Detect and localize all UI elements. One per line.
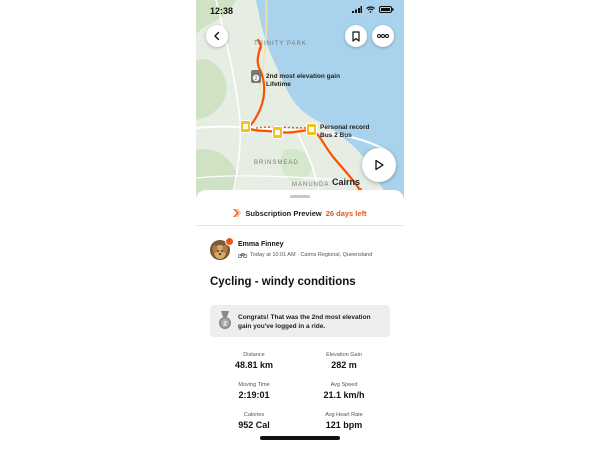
signal-icon xyxy=(352,6,362,13)
medal-number: 2 xyxy=(223,321,227,328)
divider xyxy=(196,225,404,226)
map-label-manunda: MANUNDA xyxy=(292,182,330,188)
chevron-left-icon xyxy=(214,31,220,41)
segment-marker-icon[interactable] xyxy=(306,123,317,136)
stat-avg-heart-rate: Avg Heart Rate 121 bpm xyxy=(304,412,384,430)
subscription-days-left: 26 days left xyxy=(325,208,367,218)
stat-distance: Distance 48.81 km xyxy=(214,352,294,370)
achievement-text: Congrats! That was the 2nd most elevatio… xyxy=(238,314,371,330)
subscriber-badge xyxy=(225,237,234,246)
pr-annotation-line2: Bus 2 Bus xyxy=(320,131,352,139)
more-dots-icon xyxy=(377,34,389,38)
subscription-banner[interactable]: Subscription Preview 26 days left xyxy=(196,205,404,221)
route-map[interactable]: 12:38 TRINITY PARK BRINSMEAD MANUNDA Cai… xyxy=(196,0,404,198)
strava-chevron-icon xyxy=(233,209,242,217)
pr-annotation-line1: Personal record xyxy=(320,124,370,131)
map-label-brinsmead: BRINSMEAD xyxy=(254,160,299,166)
wifi-icon xyxy=(366,6,375,13)
more-button[interactable] xyxy=(372,25,394,47)
back-button[interactable] xyxy=(206,25,228,47)
elevation-annotation-line2: Lifetime xyxy=(266,80,291,88)
activity-meta-text: Today at 10:01 AM · Cairns Regional, Que… xyxy=(250,252,373,258)
stat-label: Avg Speed xyxy=(330,382,358,388)
stat-label: Moving Time xyxy=(238,382,270,388)
stat-label: Distance xyxy=(243,352,265,358)
status-time: 12:38 xyxy=(210,6,234,16)
activity-meta: Today at 10:01 AM · Cairns Regional, Que… xyxy=(238,252,372,258)
map-label-trinity-park: TRINITY PARK xyxy=(254,41,307,47)
stat-value: 2:19:01 xyxy=(238,390,270,400)
elevation-annotation: 2nd most elevation gain Lifetime xyxy=(266,73,340,88)
medal-icon: 2 xyxy=(219,311,231,329)
athlete-name[interactable]: Emma Finney xyxy=(238,241,284,248)
activity-sheet: Subscription Preview 26 days left Emma F… xyxy=(196,190,404,450)
svg-text:2: 2 xyxy=(255,76,258,82)
play-icon xyxy=(375,159,384,171)
drag-handle[interactable] xyxy=(290,195,310,198)
play-flyover-button[interactable] xyxy=(362,148,396,182)
stat-value: 48.81 km xyxy=(234,360,274,370)
elevation-medal-icon[interactable]: 2 xyxy=(250,70,262,84)
stat-elevation: Elevation Gain 282 m xyxy=(304,352,384,370)
map-label-cairns: Cairns xyxy=(332,177,361,187)
bookmark-icon xyxy=(352,30,360,42)
stat-calories: Calories 952 Cal xyxy=(214,412,294,430)
segment-marker-icon[interactable] xyxy=(272,126,283,139)
elevation-annotation-line1: 2nd most elevation gain xyxy=(266,73,341,80)
stat-label: Calories xyxy=(243,412,265,418)
stat-label: Elevation Gain xyxy=(326,352,362,358)
pr-annotation: Personal record Bus 2 Bus xyxy=(320,124,370,139)
status-icons xyxy=(352,6,394,13)
status-bar: 12:38 xyxy=(196,0,404,22)
stat-value: 21.1 km/h xyxy=(323,390,365,400)
segment-marker-icon[interactable] xyxy=(240,120,251,133)
bike-icon xyxy=(238,253,247,258)
stat-value: 952 Cal xyxy=(238,420,270,430)
battery-icon xyxy=(379,6,394,13)
activity-screen: 12:38 TRINITY PARK BRINSMEAD MANUNDA Cai… xyxy=(196,0,404,450)
achievement-card[interactable]: 2 Congrats! That was the 2nd most elevat… xyxy=(210,305,390,337)
stat-value: 121 bpm xyxy=(325,420,363,430)
subscription-label: Subscription Preview xyxy=(245,208,322,218)
activity-title: Cycling - windy conditions xyxy=(210,276,356,288)
stat-avg-speed: Avg Speed 21.1 km/h xyxy=(304,382,384,400)
stat-value: 282 m xyxy=(331,360,357,370)
stat-moving-time: Moving Time 2:19:01 xyxy=(214,382,294,400)
stat-label: Avg Heart Rate xyxy=(325,412,363,418)
save-button[interactable] xyxy=(345,25,367,47)
home-indicator[interactable] xyxy=(260,436,340,440)
